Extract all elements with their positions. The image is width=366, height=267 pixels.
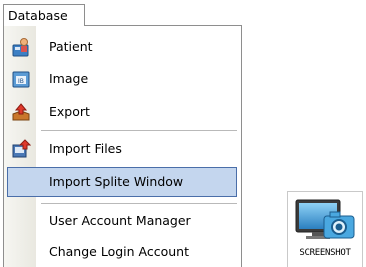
menu-item-label: Import Splite Window <box>49 174 184 189</box>
export-icon <box>11 102 31 122</box>
menu-item-patient[interactable]: Patient <box>4 32 241 62</box>
menu-item-label: Change Login Account <box>49 244 189 259</box>
menu-item-import-splite-window[interactable]: Import Splite Window <box>7 167 237 197</box>
svg-text:IB: IB <box>18 78 24 85</box>
menu-item-label: Import Files <box>49 141 122 156</box>
import-files-icon <box>11 139 32 159</box>
menu-item-export[interactable]: Export <box>4 97 241 127</box>
patient-icon <box>11 37 31 57</box>
menu-item-label: Image <box>49 71 89 86</box>
menu-item-user-account-manager[interactable]: User Account Manager <box>4 206 241 236</box>
desktop-icon-caption: SCREENSHOT <box>299 248 351 258</box>
menu-item-change-login-account[interactable]: Change Login Account <box>4 237 241 267</box>
database-dropdown-menu: Patient IB Image Export Import Files Imp… <box>3 25 242 267</box>
menu-separator <box>41 130 237 131</box>
screenshot-desktop-icon[interactable]: SCREENSHOT <box>287 191 363 267</box>
image-icon: IB <box>11 69 31 89</box>
screenshot-camera-icon <box>295 199 355 239</box>
database-menu-title[interactable]: Database <box>3 4 85 26</box>
menu-item-image[interactable]: IB Image <box>4 64 241 94</box>
menu-item-label: Patient <box>49 39 93 54</box>
menu-item-label: Export <box>49 104 90 119</box>
menu-separator <box>41 203 237 204</box>
menu-item-label: User Account Manager <box>49 213 191 228</box>
menu-item-import-files[interactable]: Import Files <box>4 134 241 164</box>
